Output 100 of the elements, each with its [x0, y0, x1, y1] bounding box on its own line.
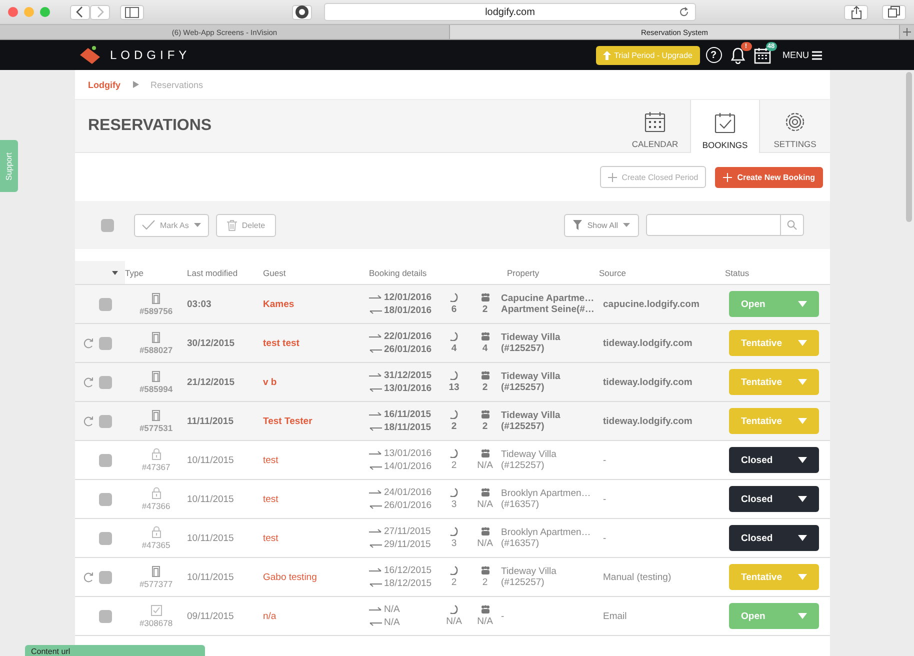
moon-icon [450, 332, 458, 341]
moon-icon [450, 566, 458, 575]
departure-date: 13/01/2016 [384, 383, 432, 394]
create-closed-period-button[interactable]: Create Closed Period [600, 166, 706, 188]
departure-arrow-icon [369, 424, 382, 430]
property-name: Tideway Villa [501, 449, 558, 460]
row-checkbox[interactable] [99, 414, 112, 428]
guest-name[interactable]: test [263, 494, 369, 504]
people-icon [480, 293, 490, 302]
last-modified: 10/11/2015 [187, 572, 235, 582]
departure-date: 29/11/2015 [384, 539, 431, 550]
arrival-date: 22/01/2016 [384, 331, 432, 342]
departure-arrow-icon [369, 620, 382, 626]
nights-count: 2 [451, 577, 457, 588]
close-window-button[interactable] [8, 7, 18, 17]
row-checkbox[interactable] [99, 298, 112, 310]
booking-source: Manual (testing) [603, 572, 672, 582]
sort-caret-icon[interactable] [112, 270, 118, 274]
last-modified: 21/12/2015 [187, 376, 236, 388]
support-tab[interactable]: Support [0, 140, 18, 192]
property-name: (#125257) [501, 460, 546, 471]
property-name: Tideway Villa [501, 332, 562, 343]
property-name: (#16357) [501, 499, 540, 510]
share-button[interactable] [844, 4, 868, 20]
row-checkbox[interactable] [99, 610, 112, 622]
view-tab[interactable]: CALENDAR [620, 100, 690, 152]
chevron-right-icon [96, 6, 104, 18]
last-modified: 09/11/2015 [187, 610, 235, 622]
create-booking-button[interactable]: Create New Booking [715, 166, 823, 188]
scrollbar-thumb[interactable] [906, 72, 912, 222]
privacy-button[interactable] [292, 4, 312, 20]
view-tab[interactable]: BOOKINGS [690, 100, 760, 153]
status-dropdown[interactable]: Closed [729, 447, 819, 473]
column-header: Type [125, 268, 144, 278]
property-name: Capucine Apartme… [501, 293, 596, 304]
table-row[interactable]: #588027 30/12/2015 test test 22/01/2016 26/01/2016 4 4 Tideway Villa (#125257) tideway.lodgify.com Tentative [75, 324, 830, 363]
guest-name[interactable]: Gabo testing [263, 572, 369, 582]
guest-name[interactable]: test [263, 454, 369, 466]
nights-count: 3 [451, 538, 457, 549]
nights-count: 2 [451, 421, 457, 432]
nights-count: 3 [451, 499, 457, 510]
status-dropdown[interactable]: Closed [729, 525, 819, 551]
booking-id: #577531 [139, 422, 173, 432]
tabs-icon [888, 6, 900, 18]
new-tab-icon[interactable] [900, 25, 914, 39]
address-bar[interactable]: lodgify.com [324, 3, 696, 21]
status-dropdown[interactable]: Open [729, 291, 819, 317]
booking-source: - [603, 532, 608, 544]
arrival-arrow-icon [369, 450, 382, 456]
column-header: Booking details [369, 268, 428, 278]
row-checkbox[interactable] [99, 532, 112, 544]
search-field[interactable] [646, 214, 781, 236]
sidebar-toggle-button[interactable] [120, 4, 144, 20]
menu-button[interactable]: MENU [782, 50, 822, 60]
guest-name[interactable]: v b [263, 376, 369, 388]
guest-name[interactable]: test [263, 532, 369, 544]
arrival-date: 16/12/2015 [384, 565, 432, 576]
mark-as-dropdown[interactable]: Mark As [134, 214, 209, 236]
search-button[interactable] [781, 214, 804, 236]
caret-down-icon [798, 535, 807, 541]
maximize-window-button[interactable] [40, 7, 50, 17]
logo-text[interactable]: LODGIFY [110, 48, 191, 62]
minimize-window-button[interactable] [24, 7, 34, 17]
row-checkbox[interactable] [99, 570, 112, 584]
table-row[interactable]: #577531 11/11/2015 Test Tester 16/11/2015 18/11/2015 2 2 Tideway Villa (#125257) tideway.lodgify.com Tentative [75, 402, 830, 441]
arrival-arrow-icon [369, 334, 382, 340]
arrival-date: 13/01/2016 [384, 448, 432, 459]
select-all-checkbox[interactable] [101, 218, 114, 232]
guest-name[interactable]: Test Tester [263, 416, 369, 426]
filter-dropdown[interactable]: Show All [564, 214, 639, 236]
table-row[interactable]: #585994 21/12/2015 v b 31/12/2015 13/01/2016 13 2 Tideway Villa (#125257) tideway.lodgify.com Tentative [75, 363, 830, 402]
moon-icon [450, 488, 458, 497]
row-checkbox[interactable] [99, 454, 112, 466]
caret-down-icon [798, 496, 807, 502]
arrival-arrow-icon [369, 372, 382, 378]
ring-icon [295, 5, 309, 19]
help-button[interactable]: ? [706, 47, 722, 63]
status-dropdown[interactable]: Open [729, 603, 819, 629]
departure-arrow-icon [369, 308, 382, 314]
breadcrumb-link[interactable]: Lodgify [88, 80, 120, 90]
people-icon [480, 449, 490, 458]
view-tab[interactable]: SETTINGS [760, 100, 830, 152]
guest-name[interactable]: Kames [263, 298, 369, 310]
guest-name[interactable]: test test [263, 338, 369, 348]
column-header: Status [725, 268, 750, 278]
departure-date: N/A [384, 617, 400, 628]
status-dropdown[interactable]: Closed [729, 486, 819, 512]
booking-id: #47366 [142, 501, 170, 511]
row-checkbox[interactable] [99, 336, 112, 350]
booking-source: tideway.lodgify.com [603, 376, 694, 388]
row-checkbox[interactable] [99, 376, 112, 388]
tab-overview-button[interactable] [882, 4, 906, 20]
back-button[interactable] [70, 4, 90, 20]
guests-count: N/A [477, 616, 493, 627]
delete-button[interactable]: Delete [216, 214, 276, 236]
reload-icon [679, 7, 689, 17]
guest-name[interactable]: n/a [263, 610, 369, 622]
booking-source: capucine.lodgify.com [603, 298, 700, 310]
content-url-bar[interactable]: Content url [25, 645, 205, 656]
row-checkbox[interactable] [99, 492, 112, 506]
